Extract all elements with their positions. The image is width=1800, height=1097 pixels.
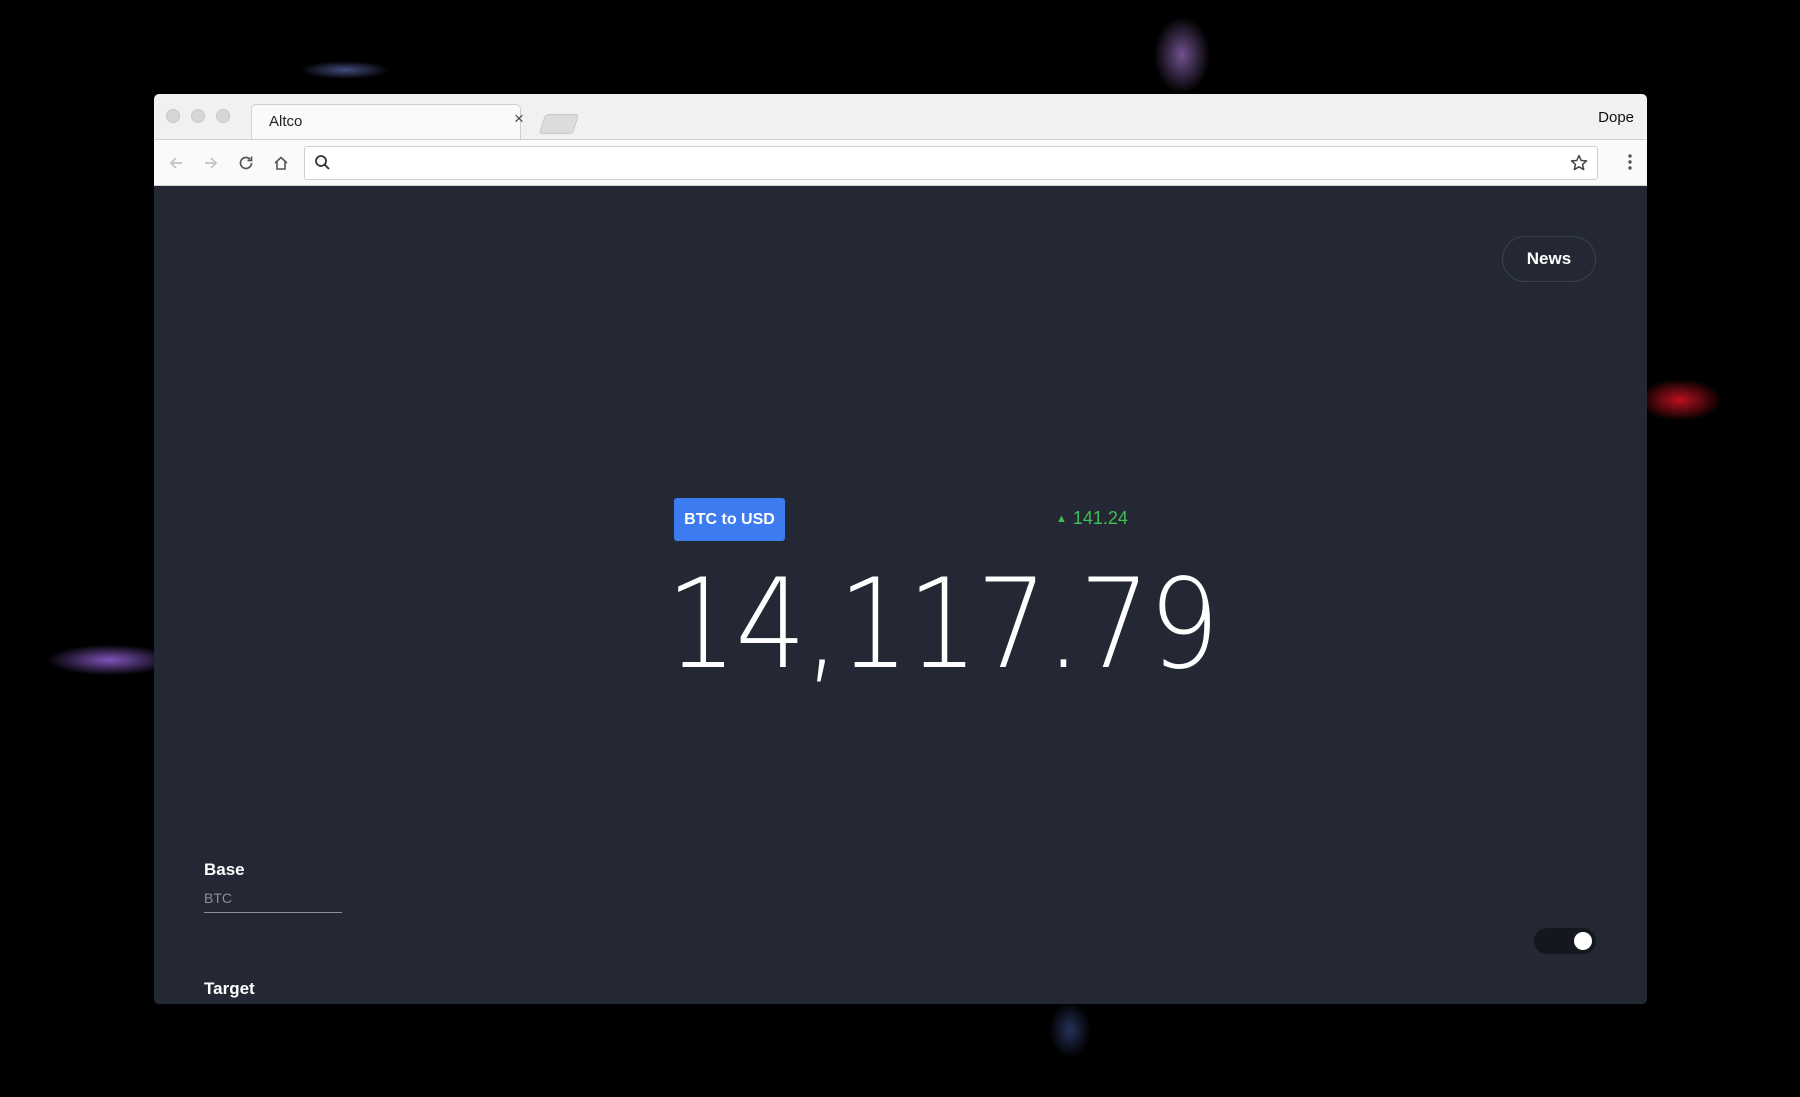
address-input[interactable] <box>339 151 1543 177</box>
up-arrow-icon: ▲ <box>1056 512 1067 525</box>
toggle-knob <box>1574 932 1592 950</box>
price-change: ▲ 141.24 <box>1056 508 1128 529</box>
news-button[interactable]: News <box>1502 236 1596 282</box>
target-input[interactable] <box>204 1003 342 1004</box>
theme-toggle[interactable] <box>1534 928 1596 954</box>
base-label: Base <box>204 860 245 879</box>
forward-arrow-icon[interactable] <box>199 151 223 175</box>
reload-icon[interactable] <box>234 151 258 175</box>
title-bar: Altco × Dope <box>154 94 1647 140</box>
address-bar[interactable] <box>304 146 1598 180</box>
profile-name[interactable]: Dope <box>1598 109 1634 126</box>
maximize-window-button[interactable] <box>216 109 230 123</box>
close-window-button[interactable] <box>166 109 180 123</box>
new-tab-button[interactable] <box>538 114 580 134</box>
tab-title: Altco <box>269 113 303 130</box>
price-change-value: 141.24 <box>1072 508 1128 528</box>
back-arrow-icon[interactable] <box>164 151 188 175</box>
star-icon[interactable] <box>1569 153 1589 178</box>
home-icon[interactable] <box>269 151 293 175</box>
app-content: News BTC to USD ▲ 141.24 14,117.79 Base … <box>154 186 1647 1004</box>
base-input[interactable] <box>204 884 342 913</box>
target-label: Target <box>204 979 255 998</box>
browser-window: Altco × Dope News BTC to USD ▲ 141.24 14… <box>154 94 1647 1004</box>
minimize-window-button[interactable] <box>191 109 205 123</box>
browser-toolbar <box>154 139 1647 186</box>
exchange-rate-value: 14,117.79 <box>666 553 1220 697</box>
currency-pair-button[interactable]: BTC to USD <box>674 498 785 541</box>
kebab-menu-icon[interactable] <box>1627 152 1633 177</box>
close-icon[interactable]: × <box>510 109 528 129</box>
search-icon <box>314 154 331 176</box>
